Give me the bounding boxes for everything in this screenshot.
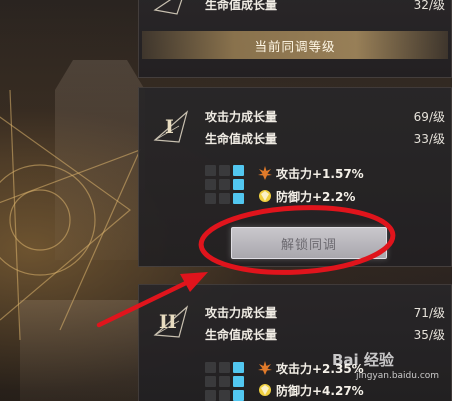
unlock-sync-button[interactable]: 解锁同调 [231,227,387,259]
tier-1-panel: I 攻击力成长量 69/级 生命值成长量 33/级 攻击力+1.57% 防御力+… [138,87,452,267]
sync-slot-empty [219,165,230,176]
sync-slot-empty [205,165,216,176]
stat-row-hp: 生命值成长量 32/级 [205,0,445,13]
sync-slot-filled [233,390,244,401]
stat-row-hp: 生命值成长量 35/级 [205,325,445,343]
sync-slot-filled [233,179,244,190]
stat-label: 攻击力成长量 [205,109,278,124]
stat-value: 71/级 [413,305,445,320]
current-level-label: 当前同调等级 [254,38,336,54]
unlock-sync-label: 解锁同调 [280,237,337,253]
stat-value: 32/级 [413,0,445,12]
attack-icon [258,361,272,375]
stat-value: 69/级 [413,109,445,124]
sync-slot-empty [205,193,216,204]
sync-slot-empty [205,179,216,190]
current-level-banner: 当前同调等级 [142,31,448,59]
stat-label: 攻击力成长量 [205,305,278,320]
stat-row-hp: 生命值成长量 33/级 [205,129,445,147]
stat-row-attack: 攻击力成长量 69/级 [205,107,445,125]
sync-slot-filled [233,165,244,176]
stat-value: 33/级 [413,131,445,146]
watermark: Bai 经验 jingyan.baidu.com [330,349,450,397]
sync-slot-empty [219,193,230,204]
sync-slot-empty [205,390,216,401]
stat-value: 35/级 [413,327,445,342]
sync-slot-grid [205,362,247,401]
stat-label: 生命值成长量 [205,0,278,12]
sync-slot-empty [219,390,230,401]
background-ornament [0,90,142,340]
sync-slot-grid [205,165,247,205]
sync-slot-empty [205,376,216,387]
level-panel-current: 生命值成长量 32/级 当前同调等级 [138,0,452,78]
sync-slot-filled [233,362,244,373]
watermark-url: jingyan.baidu.com [356,371,440,381]
defense-icon [259,384,271,396]
sync-slot-filled [233,376,244,387]
stat-label: 生命值成长量 [205,131,278,146]
sync-slot-empty [219,376,230,387]
bonus-text: 防御力+2.2% [276,189,356,204]
bonus-attack: 攻击力+1.57% [257,164,364,182]
stat-label: 生命值成长量 [205,327,278,342]
sync-slot-empty [205,362,216,373]
tier-numeral: I [165,116,174,138]
defense-icon [259,190,271,202]
bonus-text: 攻击力+1.57% [276,166,364,181]
stat-row-attack: 攻击力成长量 71/级 [205,303,445,321]
attack-icon [258,166,272,180]
sync-slot-empty [219,362,230,373]
tier-numeral: II [159,311,177,333]
watermark-logo: Bai 经验 [332,351,394,369]
sync-slot-empty [219,179,230,190]
tier-emblem-icon [153,0,183,15]
sync-slot-filled [233,193,244,204]
bonus-defense: 防御力+2.2% [257,187,355,205]
